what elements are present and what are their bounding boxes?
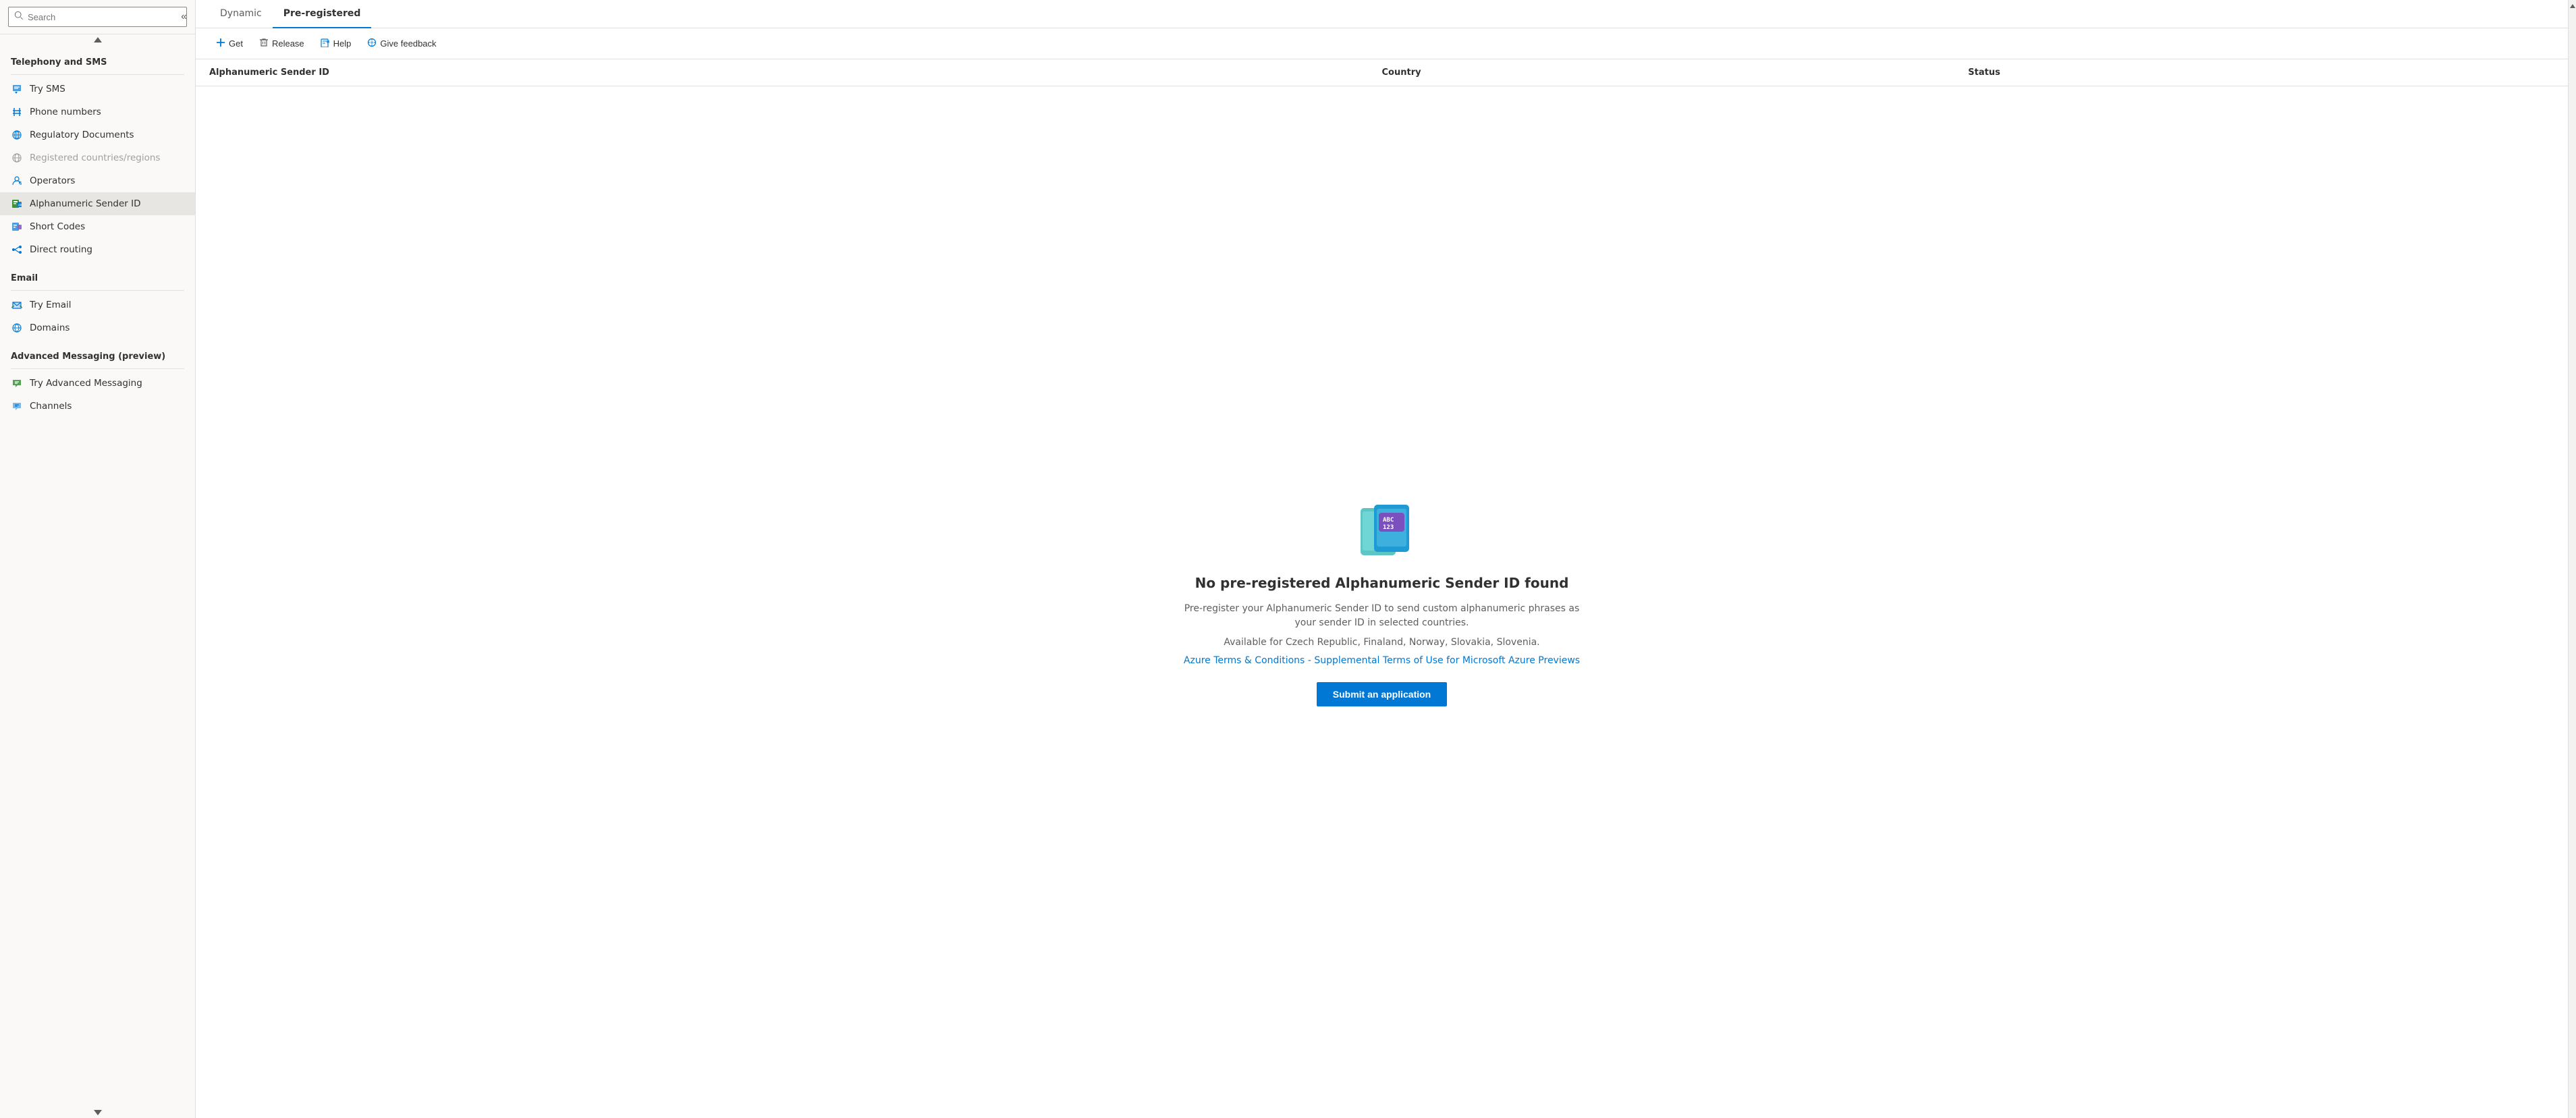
sidebar-item-registered-countries: Registered countries/regions xyxy=(0,146,195,169)
right-scrollbar[interactable] xyxy=(2568,0,2576,1118)
sidebar-item-label-short-codes: Short Codes xyxy=(30,221,85,232)
adv-msg-icon xyxy=(11,377,23,389)
svg-text:123: 123 xyxy=(1383,524,1394,531)
col-header-sender-id: Alphanumeric Sender ID xyxy=(209,67,1382,78)
help-icon xyxy=(321,38,330,49)
hash-icon xyxy=(11,106,23,118)
section-email: Email xyxy=(0,267,195,287)
globe-icon xyxy=(11,129,23,141)
sidebar-item-short-codes[interactable]: Short Codes xyxy=(0,215,195,238)
sidebar-item-try-advanced-messaging[interactable]: Try Advanced Messaging xyxy=(0,372,195,395)
email-icon xyxy=(11,299,23,311)
help-button-label: Help xyxy=(333,38,352,49)
sidebar-item-label-phone-numbers: Phone numbers xyxy=(30,107,101,117)
sidebar-item-domains[interactable]: Domains xyxy=(0,316,195,339)
sidebar-item-regulatory-docs[interactable]: Regulatory Documents xyxy=(0,123,195,146)
divider-3 xyxy=(11,368,184,369)
sidebar-item-try-sms[interactable]: Try SMS xyxy=(0,78,195,101)
short-codes-icon xyxy=(11,221,23,233)
sidebar-content: Telephony and SMS Try SMS Phone numbers xyxy=(0,45,195,1107)
tab-pre-registered[interactable]: Pre-registered xyxy=(273,0,372,28)
sidebar-item-label-direct-routing: Direct routing xyxy=(30,244,92,255)
trash-icon xyxy=(259,38,269,49)
channels-icon xyxy=(11,400,23,412)
col-header-status: Status xyxy=(1968,67,2554,78)
release-button-label: Release xyxy=(272,38,304,49)
sidebar-item-label-try-sms: Try SMS xyxy=(30,84,65,94)
divider-1 xyxy=(11,74,184,75)
release-button[interactable]: Release xyxy=(252,34,311,53)
tab-dynamic[interactable]: Dynamic xyxy=(209,0,273,28)
link-separator: - xyxy=(1308,655,1315,666)
section-advanced-messaging: Advanced Messaging (preview) xyxy=(0,345,195,366)
toolbar: Get Release Help xyxy=(196,28,2568,59)
main-content: Dynamic Pre-registered Get Release xyxy=(196,0,2568,1118)
sidebar-item-label-domains: Domains xyxy=(30,323,70,333)
sidebar-item-operators[interactable]: Operators xyxy=(0,169,195,192)
globe2-icon xyxy=(11,152,23,164)
divider-2 xyxy=(11,290,184,291)
svg-text:AB: AB xyxy=(18,203,22,206)
azure-terms-link[interactable]: Azure Terms & Conditions xyxy=(1184,655,1305,666)
feedback-icon xyxy=(367,38,377,49)
scroll-up-arrow[interactable] xyxy=(0,34,195,45)
feedback-button[interactable]: Give feedback xyxy=(360,34,443,53)
phone-svg-illustration: ABC 123 xyxy=(1355,498,1416,565)
scroll-indicator xyxy=(2570,3,2575,8)
search-box[interactable] xyxy=(8,7,187,27)
empty-state-description-1: Pre-register your Alphanumeric Sender ID… xyxy=(1180,602,1585,630)
domains-icon xyxy=(11,322,23,334)
sidebar-item-label-alphanumeric: Alphanumeric Sender ID xyxy=(30,198,141,209)
empty-state-illustration: ABC 123 xyxy=(1355,498,1409,559)
sidebar-item-label-try-email: Try Email xyxy=(30,300,72,310)
sidebar-item-label-operators: Operators xyxy=(30,175,75,186)
operators-icon xyxy=(11,175,23,187)
empty-state-description-2: Available for Czech Republic, Finaland, … xyxy=(1224,636,1539,650)
search-container: « xyxy=(0,0,195,34)
routing-icon xyxy=(11,244,23,256)
section-telephony-sms: Telephony and SMS xyxy=(0,51,195,72)
sidebar-item-label-registered-countries: Registered countries/regions xyxy=(30,152,160,163)
get-button[interactable]: Get xyxy=(209,34,250,53)
empty-state: ABC 123 No pre-registered Alphanumeric S… xyxy=(196,86,2568,1118)
sidebar: « Telephony and SMS Try SMS xyxy=(0,0,196,1118)
sms-icon xyxy=(11,83,23,95)
sidebar-item-label-regulatory-docs: Regulatory Documents xyxy=(30,130,134,140)
table-header: Alphanumeric Sender ID Country Status xyxy=(196,59,2568,86)
sidebar-item-channels[interactable]: Channels xyxy=(0,395,195,418)
sidebar-item-alphanumeric-sender-id[interactable]: AB Alphanumeric Sender ID xyxy=(0,192,195,215)
tabs-bar: Dynamic Pre-registered xyxy=(196,0,2568,28)
sidebar-item-label-channels: Channels xyxy=(30,401,72,412)
sidebar-item-try-email[interactable]: Try Email xyxy=(0,294,195,316)
collapse-sidebar-button[interactable]: « xyxy=(178,8,190,26)
col-header-country: Country xyxy=(1382,67,1969,78)
sender-id-icon: AB xyxy=(11,198,23,210)
empty-state-title: No pre-registered Alphanumeric Sender ID… xyxy=(1195,575,1569,591)
sidebar-item-phone-numbers[interactable]: Phone numbers xyxy=(0,101,195,123)
svg-text:ABC: ABC xyxy=(1383,517,1394,524)
help-button[interactable]: Help xyxy=(314,34,358,53)
sidebar-item-label-try-advanced-messaging: Try Advanced Messaging xyxy=(30,378,142,389)
search-input[interactable] xyxy=(28,12,181,22)
get-button-label: Get xyxy=(229,38,243,49)
submit-application-button[interactable]: Submit an application xyxy=(1317,682,1447,706)
feedback-button-label: Give feedback xyxy=(380,38,436,49)
scroll-down-arrow[interactable] xyxy=(0,1107,195,1118)
search-icon xyxy=(14,11,24,23)
empty-state-links: Azure Terms & Conditions - Supplemental … xyxy=(1184,655,1580,666)
plus-icon xyxy=(216,38,225,49)
sidebar-item-direct-routing[interactable]: Direct routing xyxy=(0,238,195,261)
supplemental-terms-link[interactable]: Supplemental Terms of Use for Microsoft … xyxy=(1314,655,1580,666)
